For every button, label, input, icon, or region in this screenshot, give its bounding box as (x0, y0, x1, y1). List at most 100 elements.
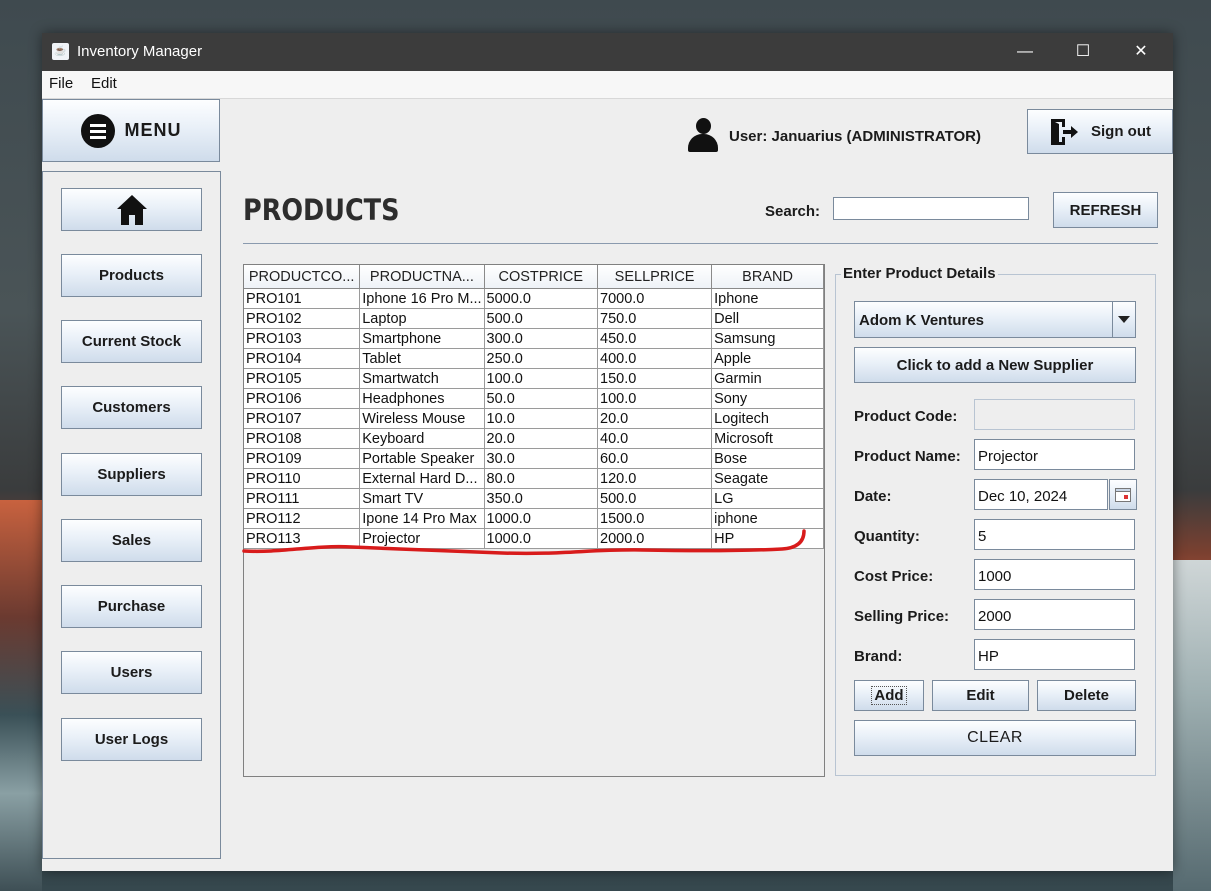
refresh-button[interactable]: REFRESH (1053, 192, 1158, 228)
cost-price-label: Cost Price: (854, 568, 934, 585)
maximize-button[interactable]: ☐ (1060, 33, 1106, 71)
app-window: ☕ Inventory Manager — ☐ ✕ File Edit MENU… (42, 33, 1173, 871)
cell-sell-price: 500.0 (597, 488, 713, 509)
cell-cost-price: 300.0 (483, 328, 599, 349)
user-icon (687, 118, 719, 154)
sidebar-item-users[interactable]: Users (61, 651, 202, 694)
product-name-label: Product Name: (854, 448, 961, 465)
table-row[interactable]: PRO110 External Hard D... 80.0 120.0 Seagate (244, 468, 824, 489)
header-divider (243, 243, 1158, 244)
menu-bar: File Edit (42, 71, 1173, 99)
table-row[interactable]: PRO104 Tablet 250.0 400.0 Apple (244, 348, 824, 369)
cell-cost-price: 350.0 (483, 488, 599, 509)
table-row[interactable]: PRO102 Laptop 500.0 750.0 Dell (244, 308, 824, 329)
cell-product-code: PRO107 (244, 408, 361, 429)
search-input[interactable] (833, 197, 1029, 220)
date-label: Date: (854, 488, 892, 505)
cell-brand: Logitech (711, 408, 824, 429)
column-header-cost-price[interactable]: COSTPRICE (483, 265, 599, 289)
cell-sell-price: 7000.0 (597, 288, 713, 309)
selling-price-label: Selling Price: (854, 608, 950, 625)
cell-product-code: PRO104 (244, 348, 361, 369)
add-button-label: Add (871, 686, 907, 705)
add-button[interactable]: Add (854, 680, 924, 711)
sidebar-item-sales[interactable]: Sales (61, 519, 202, 562)
cell-product-code: PRO109 (244, 448, 361, 469)
quantity-label: Quantity: (854, 528, 920, 545)
cell-cost-price: 250.0 (483, 348, 599, 369)
delete-button[interactable]: Delete (1037, 680, 1136, 711)
cell-sell-price: 150.0 (597, 368, 713, 389)
cell-cost-price: 30.0 (483, 448, 599, 469)
sign-out-icon (1051, 118, 1078, 145)
sidebar-item-purchase[interactable]: Purchase (61, 585, 202, 628)
quantity-field[interactable]: 5 (974, 519, 1135, 550)
table-row[interactable]: PRO108 Keyboard 20.0 40.0 Microsoft (244, 428, 824, 449)
page-title: PRODUCTS (243, 193, 400, 227)
cell-product-name: External Hard D... (359, 468, 485, 489)
column-header-sell-price[interactable]: SELLPRICE (597, 265, 713, 289)
menu-file[interactable]: File (49, 75, 73, 92)
cell-brand: Dell (711, 308, 824, 329)
brand-field[interactable]: HP (974, 639, 1135, 670)
add-supplier-button[interactable]: Click to add a New Supplier (854, 347, 1136, 383)
cell-brand: Apple (711, 348, 824, 369)
cell-product-name: Tablet (359, 348, 485, 369)
table-row[interactable]: PRO106 Headphones 50.0 100.0 Sony (244, 388, 824, 409)
sidebar-item-products[interactable]: Products (61, 254, 202, 297)
column-header-product-name[interactable]: PRODUCTNA... (359, 265, 485, 289)
desktop-background-left (0, 500, 42, 891)
minimize-button[interactable]: — (1002, 33, 1048, 71)
calendar-icon (1115, 487, 1131, 502)
cell-product-code: PRO101 (244, 288, 361, 309)
sidebar-item-suppliers[interactable]: Suppliers (61, 453, 202, 496)
close-button[interactable]: ✕ (1118, 33, 1164, 71)
table-row[interactable]: PRO109 Portable Speaker 30.0 60.0 Bose (244, 448, 824, 469)
chevron-down-icon[interactable] (1112, 302, 1135, 337)
cell-sell-price: 750.0 (597, 308, 713, 329)
window-title: Inventory Manager (77, 43, 203, 60)
selling-price-field[interactable]: 2000 (974, 599, 1135, 630)
product-details-title: Enter Product Details (841, 265, 998, 282)
supplier-select[interactable]: Adom K Ventures (854, 301, 1136, 338)
cell-sell-price: 60.0 (597, 448, 713, 469)
product-name-field[interactable]: Projector (974, 439, 1135, 470)
cell-product-code: PRO106 (244, 388, 361, 409)
table-row[interactable]: PRO103 Smartphone 300.0 450.0 Samsung (244, 328, 824, 349)
table-row[interactable]: PRO111 Smart TV 350.0 500.0 LG (244, 488, 824, 509)
cell-product-name: Laptop (359, 308, 485, 329)
cell-product-code: PRO110 (244, 468, 361, 489)
sidebar-item-current-stock[interactable]: Current Stock (61, 320, 202, 363)
menu-toggle-button[interactable]: MENU (42, 99, 220, 162)
sign-out-button[interactable]: Sign out (1027, 109, 1173, 154)
current-user: User: Januarius (ADMINISTRATOR) (687, 116, 981, 156)
products-table[interactable]: PRODUCTCO... PRODUCTNA... COSTPRICE SELL… (243, 264, 825, 777)
sidebar-item-user-logs[interactable]: User Logs (61, 718, 202, 761)
cost-price-field[interactable]: 1000 (974, 559, 1135, 590)
column-header-product-code[interactable]: PRODUCTCO... (244, 265, 361, 289)
date-field[interactable]: Dec 10, 2024 (974, 479, 1108, 510)
column-header-brand[interactable]: BRAND (711, 265, 824, 289)
cell-cost-price: 500.0 (483, 308, 599, 329)
cell-product-name: Headphones (359, 388, 485, 409)
cell-sell-price: 40.0 (597, 428, 713, 449)
product-code-field[interactable] (974, 399, 1135, 430)
table-row[interactable]: PRO105 Smartwatch 100.0 150.0 Garmin (244, 368, 824, 389)
table-row[interactable]: PRO101 Iphone 16 Pro M... 5000.0 7000.0 Ipho… (244, 288, 824, 309)
sidebar: Products Current Stock Customers Supplie… (42, 171, 221, 859)
supplier-selected-value: Adom K Ventures (859, 312, 985, 329)
menu-edit[interactable]: Edit (91, 75, 117, 92)
cell-product-name: Smart TV (359, 488, 485, 509)
cell-brand: Seagate (711, 468, 824, 489)
clear-button[interactable]: CLEAR (854, 720, 1136, 756)
sidebar-item-customers[interactable]: Customers (61, 386, 202, 429)
product-code-label: Product Code: (854, 408, 958, 425)
cell-brand: Bose (711, 448, 824, 469)
cell-sell-price: 20.0 (597, 408, 713, 429)
cell-product-name: Wireless Mouse (359, 408, 485, 429)
table-row[interactable]: PRO107 Wireless Mouse 10.0 20.0 Logitech (244, 408, 824, 429)
sidebar-item-home[interactable] (61, 188, 202, 231)
edit-button[interactable]: Edit (932, 680, 1029, 711)
cell-product-name: Iphone 16 Pro M... (359, 288, 485, 309)
calendar-picker-button[interactable] (1109, 479, 1137, 510)
